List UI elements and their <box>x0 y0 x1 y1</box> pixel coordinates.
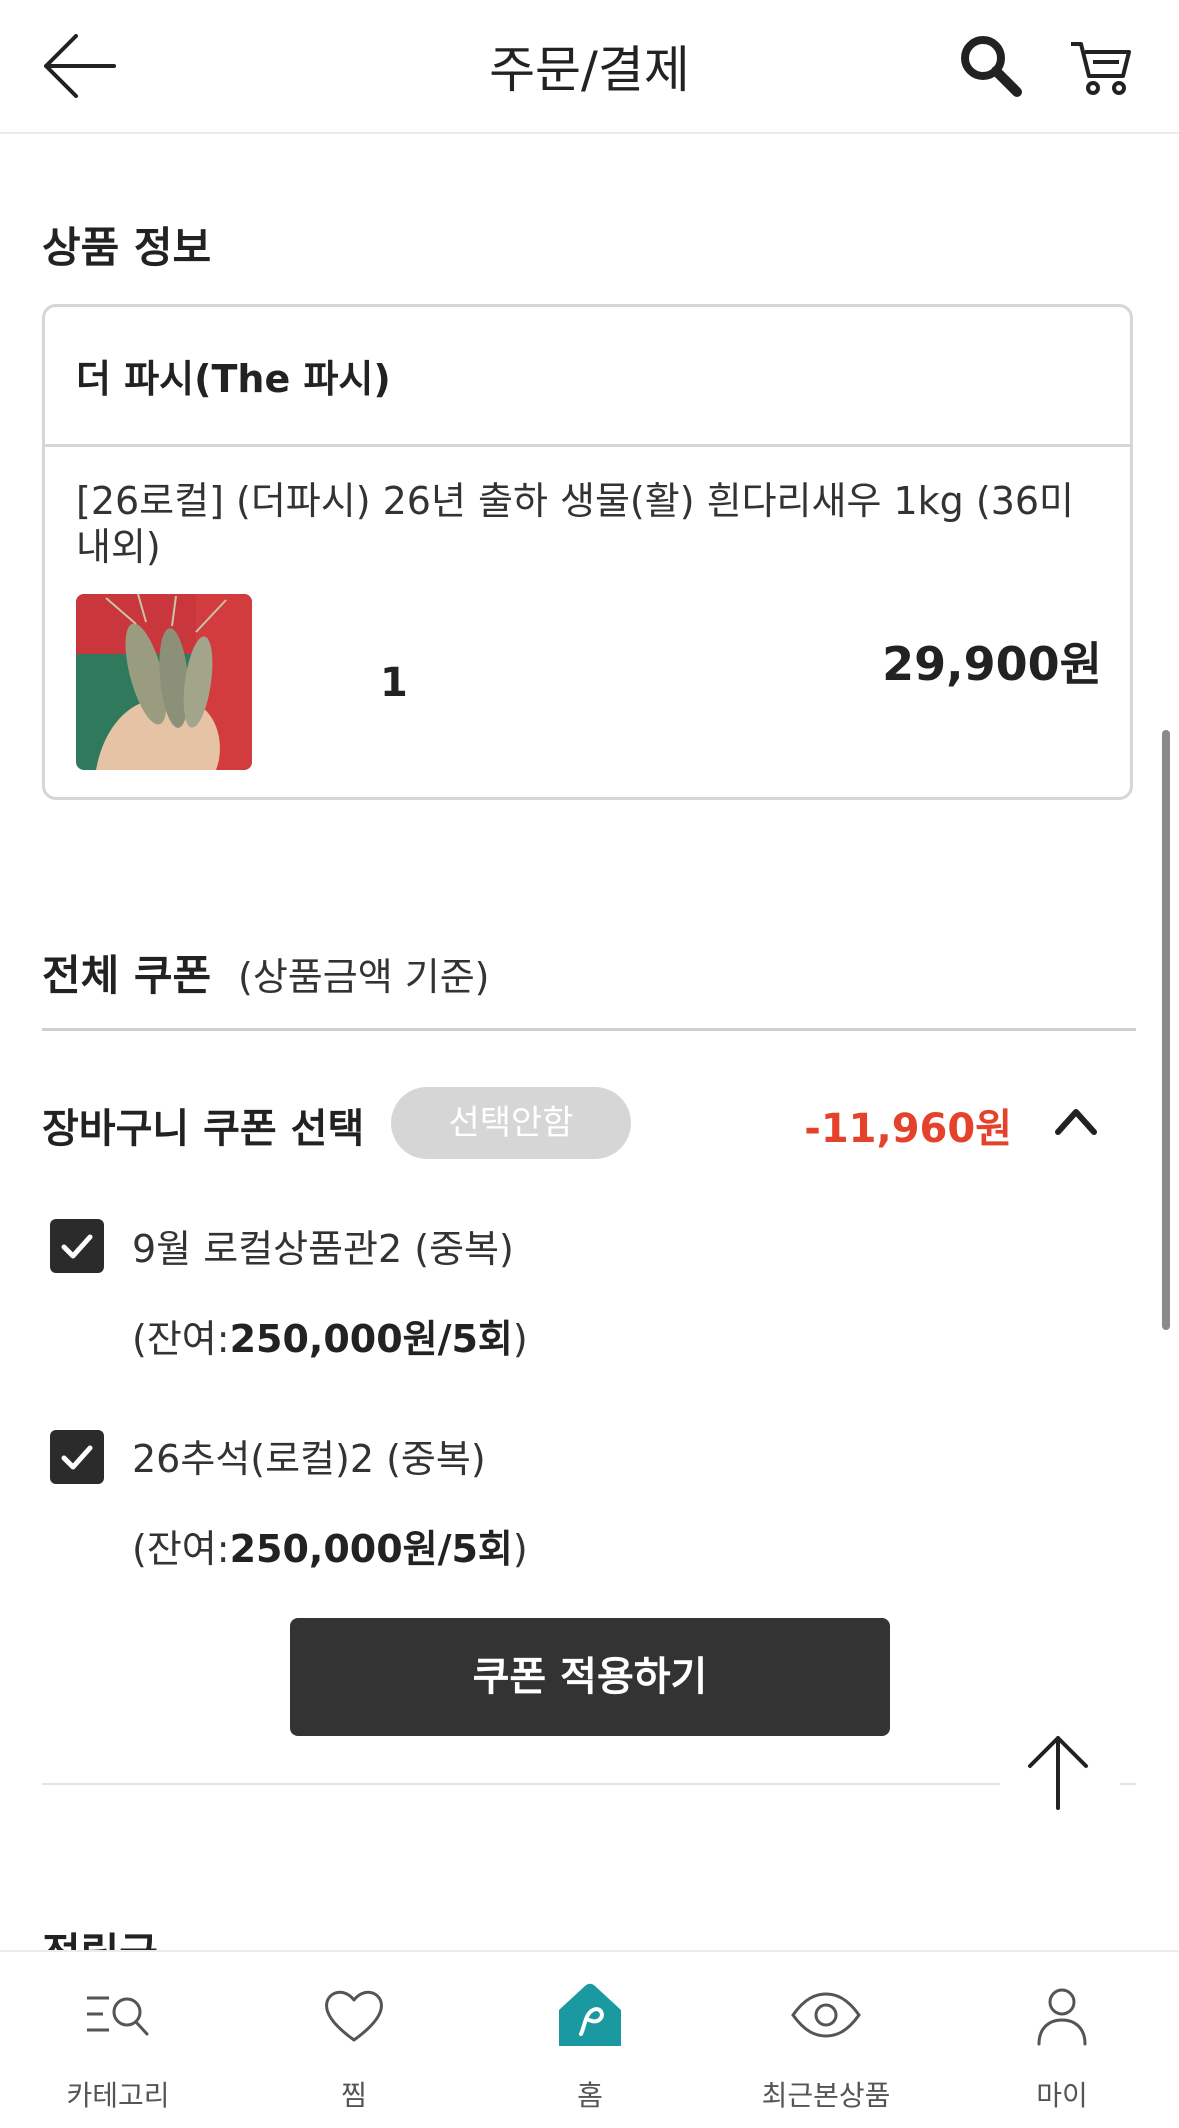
search-icon[interactable] <box>955 30 1027 102</box>
home-icon <box>555 1980 625 2050</box>
nav-label: 마이 <box>1036 2079 1088 2112</box>
coupon-section-subtitle: (상품금액 기준) <box>238 955 490 999</box>
seller-name: 더 파시(The 파시) <box>76 357 391 401</box>
product-name: [26로컬] (더파시) 26년 출하 생물(활) 흰다리새우 1kg (36미… <box>76 479 1075 569</box>
product-quantity: 1 <box>380 660 408 706</box>
coupon-checkbox[interactable] <box>50 1219 104 1273</box>
coupon-section-title: 전체 쿠폰 <box>42 951 212 1000</box>
person-icon <box>1027 1980 1097 2050</box>
apply-coupon-button[interactable]: 쿠폰 적용하기 <box>290 1618 890 1736</box>
product-section-title: 상품 정보 <box>42 223 212 272</box>
coupon-discount-amount: -11,960원 <box>804 1106 1012 1152</box>
nav-item-recent[interactable]: 최근본상품 <box>708 1952 944 2128</box>
eye-icon <box>791 1980 861 2050</box>
coupon-option-label: 26추석(로컬)2 (중복) <box>132 1437 486 1481</box>
coupon-option-remaining: (잔여:250,000원/5회) <box>132 1527 528 1571</box>
chevron-up-icon[interactable] <box>1052 1100 1100 1140</box>
nav-item-my[interactable]: 마이 <box>944 1952 1179 2128</box>
category-search-icon <box>83 1980 153 2050</box>
cart-icon[interactable] <box>1065 30 1137 102</box>
nav-label: 홈 <box>577 2079 603 2112</box>
nav-label: 카테고리 <box>66 2079 170 2112</box>
coupon-option-remaining: (잔여:250,000원/5회) <box>132 1317 528 1361</box>
nav-item-wishlist[interactable]: 찜 <box>236 1952 472 2128</box>
checkmark-icon <box>61 1445 93 1470</box>
coupon-option-label: 9월 로컬상품관2 (중복) <box>132 1227 514 1271</box>
cart-coupon-label: 장바구니 쿠폰 선택 <box>42 1106 365 1152</box>
section-divider <box>42 1783 1136 1785</box>
no-select-button[interactable]: 선택안함 <box>391 1087 631 1159</box>
coupon-checkbox[interactable] <box>50 1430 104 1484</box>
nav-label: 최근본상품 <box>761 2079 891 2112</box>
scroll-to-top-icon[interactable] <box>1000 1724 1120 1814</box>
heart-icon <box>319 1980 389 2050</box>
nav-label: 찜 <box>341 2079 367 2112</box>
nav-item-category[interactable]: 카테고리 <box>0 1952 236 2128</box>
coupon-divider <box>42 1028 1136 1031</box>
product-price: 29,900원 <box>882 637 1102 691</box>
scrollbar[interactable] <box>1162 730 1170 1330</box>
card-divider <box>45 444 1130 447</box>
bottom-nav: 카테고리 찜 홈 최근본상품 마이 <box>0 1950 1179 2128</box>
checkmark-icon <box>61 1234 93 1259</box>
product-thumbnail <box>76 594 252 770</box>
nav-item-home[interactable]: 홈 <box>472 1952 708 2128</box>
